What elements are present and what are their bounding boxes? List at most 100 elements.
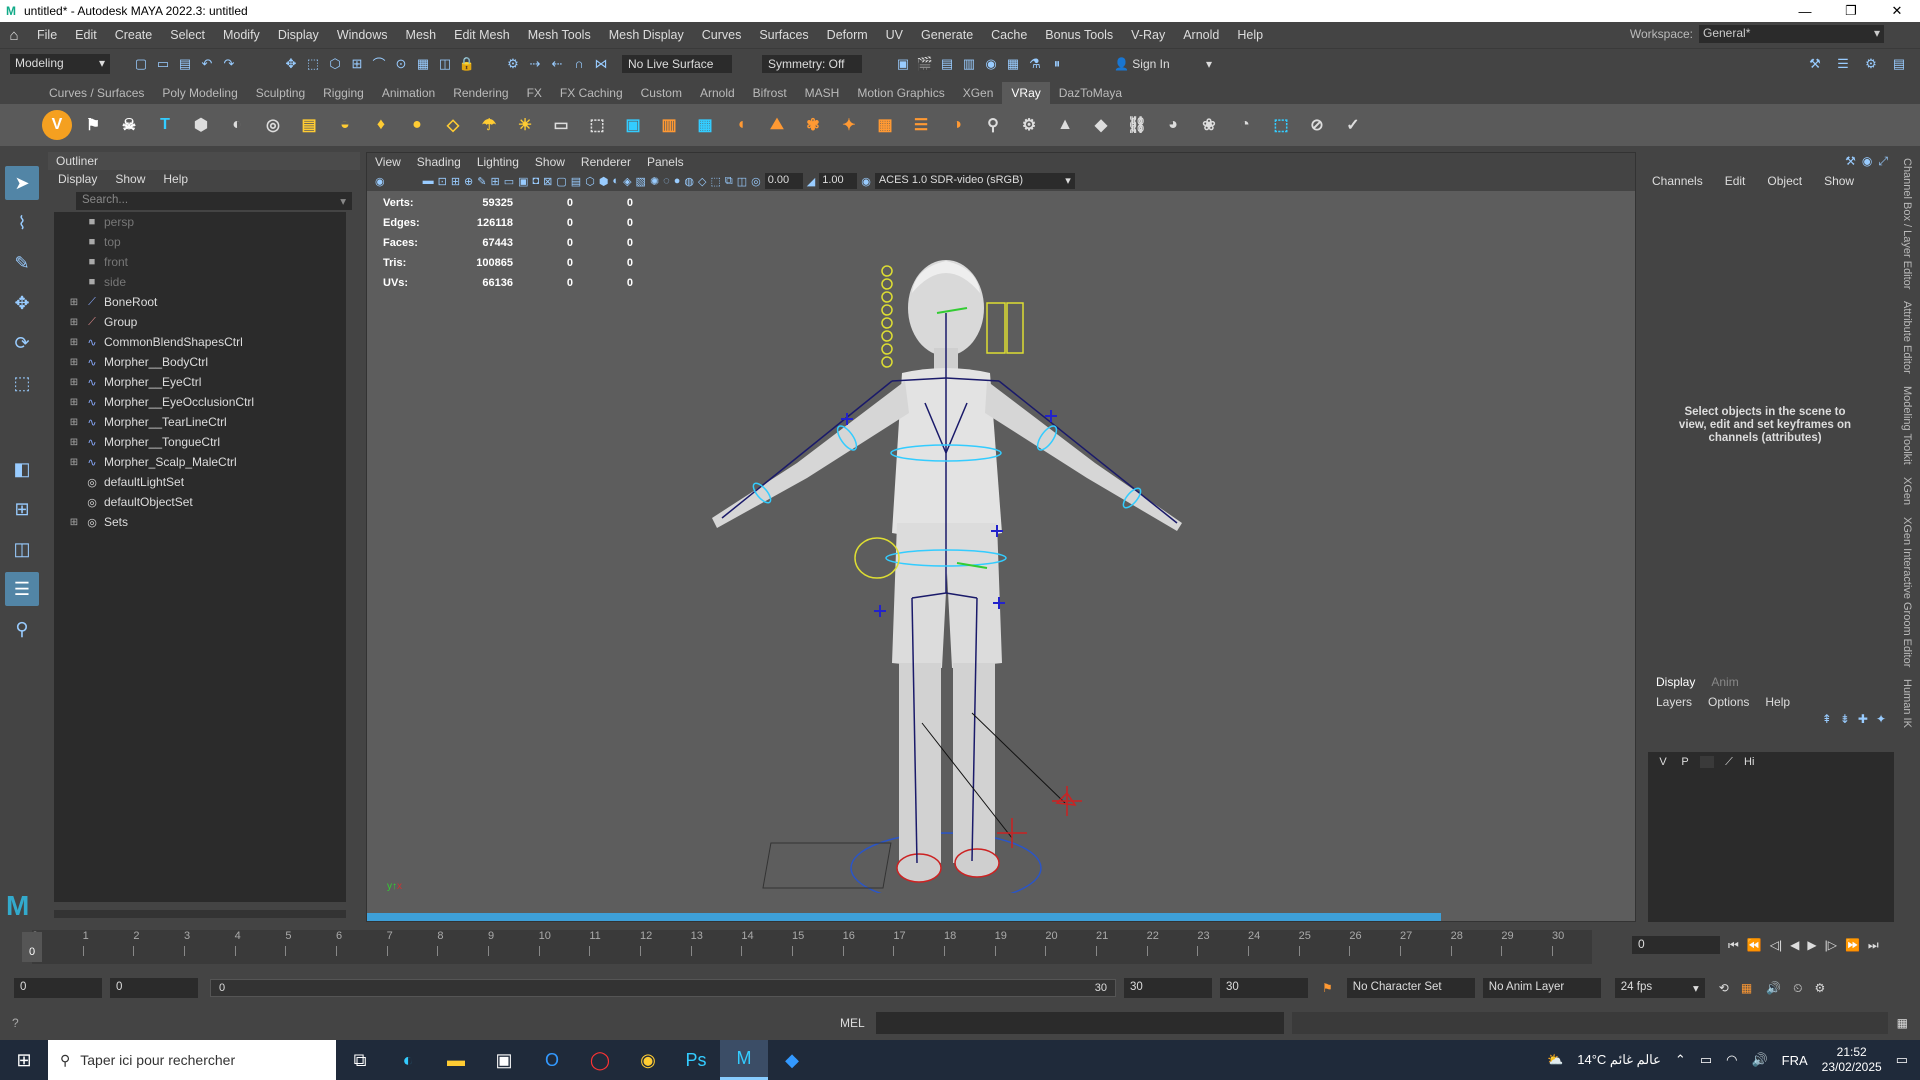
- vray-clipper-icon[interactable]: ⛓: [1122, 110, 1152, 140]
- skull-icon[interactable]: ☠: [114, 110, 144, 140]
- auto-key-icon[interactable]: ⚑: [1322, 981, 1333, 995]
- menu-modify[interactable]: Modify: [214, 28, 269, 42]
- notifications-icon[interactable]: ▭: [1896, 1052, 1908, 1068]
- two-d-pan-icon[interactable]: ⊕: [464, 175, 473, 188]
- wireframe-icon[interactable]: ⬡: [585, 175, 595, 188]
- outliner-menu-display[interactable]: Display: [58, 172, 97, 188]
- shelf-tab-sculpting[interactable]: Sculpting: [247, 82, 314, 104]
- menu-uv[interactable]: UV: [877, 28, 912, 42]
- outliner-search-input[interactable]: Search... ▾: [76, 192, 352, 210]
- scene-start-field[interactable]: 0: [14, 978, 102, 998]
- taskbar-search-input[interactable]: ⚲ Taper ici pour rechercher: [48, 1040, 336, 1080]
- construction-history-icon[interactable]: ⚙: [502, 53, 524, 75]
- save-scene-icon[interactable]: ▤: [174, 53, 196, 75]
- layer-playback-toggle[interactable]: P: [1678, 756, 1692, 768]
- vray-volume-icon[interactable]: ▥: [654, 110, 684, 140]
- vray-grid-icon[interactable]: ▦: [870, 110, 900, 140]
- vray-plane-icon[interactable]: ▭: [546, 110, 576, 140]
- shelf-tab-fx-caching[interactable]: FX Caching: [551, 82, 632, 104]
- vray-multi-icon[interactable]: ❀: [1194, 110, 1224, 140]
- store-icon[interactable]: ▣: [480, 1040, 528, 1080]
- new-layer-icon[interactable]: ✚: [1858, 712, 1868, 726]
- vray-settings-icon[interactable]: ⚑: [78, 110, 108, 140]
- layer-menu-help[interactable]: Help: [1765, 695, 1790, 709]
- menu-windows[interactable]: Windows: [328, 28, 397, 42]
- vray-light-dome-icon[interactable]: ◒: [330, 110, 360, 140]
- shelf-tab-rendering[interactable]: Rendering: [444, 82, 517, 104]
- play-backwards-icon[interactable]: ◀: [1790, 938, 1799, 952]
- select-hierarchy-icon[interactable]: ✥: [280, 53, 302, 75]
- vray-light-ies-icon[interactable]: ☂: [474, 110, 504, 140]
- go-to-end-icon[interactable]: ⏭: [1868, 938, 1879, 953]
- vray-render-elements-icon[interactable]: ◆: [1086, 110, 1116, 140]
- vray-mtl-icon[interactable]: ◕: [1158, 110, 1188, 140]
- edge-icon[interactable]: ◐: [384, 1040, 432, 1080]
- step-forward-frame-icon[interactable]: |▷: [1825, 938, 1837, 952]
- vray-frame-buffer-icon[interactable]: ▤: [294, 110, 324, 140]
- restore-button[interactable]: ❐: [1828, 0, 1874, 22]
- film-gate-icon[interactable]: ▭: [504, 175, 514, 188]
- shelf-tab-xgen[interactable]: XGen: [954, 82, 1003, 104]
- menu-mesh-tools[interactable]: Mesh Tools: [519, 28, 600, 42]
- list-item[interactable]: ■ front: [54, 252, 346, 272]
- modeling-toolkit-icon[interactable]: ⚒: [1804, 53, 1826, 75]
- clock[interactable]: 21:52 23/02/2025: [1822, 1045, 1882, 1075]
- shelf-tab-animation[interactable]: Animation: [373, 82, 444, 104]
- open-scene-icon[interactable]: ▭: [152, 53, 174, 75]
- list-item[interactable]: ⊞ ⟋ Group: [54, 312, 346, 332]
- hypershade-icon[interactable]: ◉: [980, 53, 1002, 75]
- vray-check-icon[interactable]: ✓: [1338, 110, 1368, 140]
- symmetry-dropdown[interactable]: Symmetry: Off: [762, 54, 862, 73]
- rotate-tool-icon[interactable]: ⟳: [5, 326, 39, 360]
- menu-create[interactable]: Create: [106, 28, 162, 42]
- vray-toon-icon[interactable]: ◑: [942, 110, 972, 140]
- cache-icon[interactable]: ▦: [1741, 981, 1752, 995]
- viewport-menu-view[interactable]: View: [367, 153, 409, 171]
- viewport-menu-renderer[interactable]: Renderer: [573, 153, 639, 171]
- render-settings-icon[interactable]: ▥: [958, 53, 980, 75]
- input-ops-icon[interactable]: ⇢: [524, 53, 546, 75]
- sign-in-dropdown[interactable]: 👤 Sign In ▾: [1108, 54, 1218, 73]
- gamma-field[interactable]: 1.00: [819, 173, 858, 189]
- grid-icon[interactable]: ⊞: [490, 175, 499, 188]
- select-object-icon[interactable]: ⬚: [302, 53, 324, 75]
- outlook-icon[interactable]: O: [528, 1040, 576, 1080]
- shelf-tab-vray[interactable]: VRay: [1002, 82, 1050, 104]
- vray-attributes-icon[interactable]: ⚲: [978, 110, 1008, 140]
- vray-sphere-icon[interactable]: ◎: [258, 110, 288, 140]
- weather-icon[interactable]: ⛅: [1547, 1052, 1563, 1068]
- menu-deform[interactable]: Deform: [818, 28, 877, 42]
- shelf-tab-poly-modeling[interactable]: Poly Modeling: [153, 82, 246, 104]
- chevron-up-icon[interactable]: ⌃: [1675, 1052, 1686, 1068]
- scene-end-field[interactable]: 30: [1220, 978, 1308, 998]
- outliner-horizontal-scrollbar[interactable]: [54, 910, 346, 918]
- xray-icon[interactable]: ▧: [636, 175, 646, 188]
- layer-color-icon[interactable]: ⟋: [1722, 756, 1736, 769]
- layer-menu-options[interactable]: Options: [1708, 695, 1749, 709]
- camera-attributes-icon[interactable]: ▬: [423, 175, 434, 187]
- exposure-icon[interactable]: ◎: [751, 175, 761, 188]
- menu-cache[interactable]: Cache: [982, 28, 1036, 42]
- go-to-start-icon[interactable]: ⏮: [1728, 938, 1739, 953]
- script-editor-icon[interactable]: ▦: [1897, 1016, 1908, 1030]
- anti-aliasing-icon[interactable]: ◇: [698, 175, 706, 188]
- tool-settings-icon[interactable]: ⚙: [1860, 53, 1882, 75]
- expand-icon[interactable]: ⊞: [68, 297, 80, 308]
- character-set-dropdown[interactable]: No Character Set: [1346, 978, 1475, 998]
- lights-icon[interactable]: ✺: [650, 175, 659, 188]
- menu-set-dropdown[interactable]: Modeling ▾: [10, 53, 110, 74]
- tab-channel-box-layer-editor[interactable]: Channel Box / Layer Editor: [1898, 152, 1916, 295]
- channel-sync-icon[interactable]: ⚒: [1845, 154, 1856, 169]
- xray-active-icon[interactable]: ◫: [737, 175, 747, 188]
- vray-physical-camera-icon[interactable]: T: [150, 110, 180, 140]
- list-item[interactable]: ■ persp: [54, 212, 346, 232]
- current-frame-field[interactable]: 0: [1632, 936, 1720, 954]
- wifi-icon[interactable]: ◠: [1726, 1052, 1737, 1068]
- bookmark-icon[interactable]: ⊡: [438, 175, 447, 188]
- outliner-menu-show[interactable]: Show: [115, 172, 145, 188]
- grease-pencil-icon[interactable]: ✎: [477, 175, 486, 188]
- ipr-render-icon[interactable]: ▤: [936, 53, 958, 75]
- pause-icon[interactable]: ⏸: [1046, 53, 1068, 75]
- vray-proxy-icon[interactable]: ⬢: [186, 110, 216, 140]
- viewport-menu-shading[interactable]: Shading: [409, 153, 469, 171]
